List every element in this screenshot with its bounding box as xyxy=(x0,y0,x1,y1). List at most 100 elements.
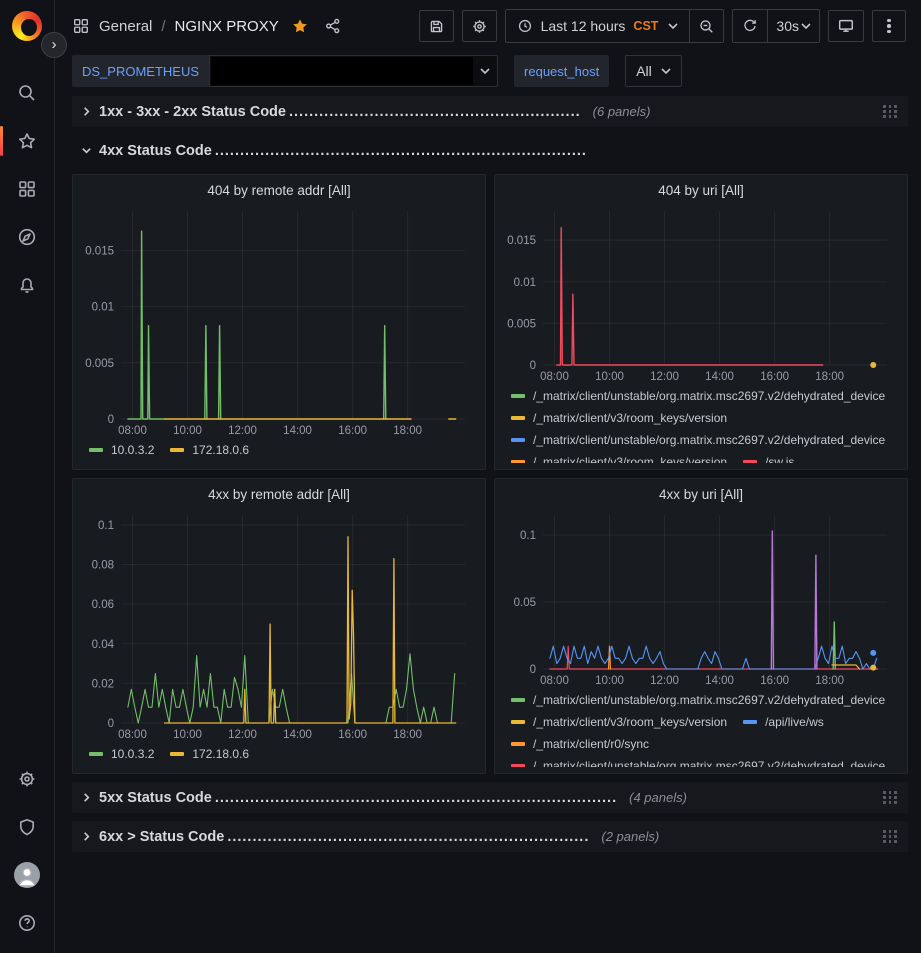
panel-404-by-uri: 404 by uri [All] 08:0010:0012:0014:0016:… xyxy=(494,174,908,470)
panels-grid: 404 by remote addr [All] 08:00 10:00 12:00… xyxy=(72,174,908,774)
row-4xx[interactable]: 4xx Status Code ........................… xyxy=(72,135,908,166)
sidebar-item-server-admin[interactable] xyxy=(0,803,54,851)
svg-text:0.005: 0.005 xyxy=(85,358,114,370)
svg-text:10:00: 10:00 xyxy=(595,371,624,383)
save-icon xyxy=(428,18,445,35)
legend-item[interactable]: /_matrix/client/v3/room_keys/version xyxy=(511,407,727,429)
header-actions: Last 12 hours CST xyxy=(419,9,906,43)
variable-value-dropdown[interactable] xyxy=(209,55,498,87)
clock-icon xyxy=(517,18,533,34)
breadcrumb-folder[interactable]: General xyxy=(99,18,152,35)
row-5xx[interactable]: 5xx Status Code ........................… xyxy=(72,782,908,813)
svg-text:12:00: 12:00 xyxy=(650,675,679,687)
sidebar-item-explore[interactable] xyxy=(0,213,54,261)
time-series-chart[interactable]: 08:0010:0012:0014:0016:0018:0000.020.040… xyxy=(81,507,477,743)
series-color-chip xyxy=(743,720,757,724)
legend-item[interactable]: /sw.js xyxy=(743,451,794,463)
sidebar-item-profile[interactable] xyxy=(0,851,54,899)
chart-legend: 10.0.3.2 172.18.0.6 xyxy=(81,439,477,463)
svg-text:0.005: 0.005 xyxy=(507,318,536,330)
legend-item[interactable]: /_matrix/client/v3/room_keys/version xyxy=(511,711,727,733)
legend-item[interactable]: 172.18.0.6 xyxy=(170,439,249,461)
series-color-chip xyxy=(511,720,525,724)
svg-text:08:00: 08:00 xyxy=(118,729,147,741)
svg-text:16:00: 16:00 xyxy=(338,729,367,741)
breadcrumb-separator: / xyxy=(161,18,165,35)
row-drag-handle[interactable] xyxy=(881,103,899,120)
series-label: /sw.js xyxy=(765,455,794,463)
refresh-button[interactable] xyxy=(733,10,767,42)
favorite-star-button[interactable] xyxy=(288,14,312,38)
svg-text:16:00: 16:00 xyxy=(760,675,789,687)
svg-text:0.015: 0.015 xyxy=(85,245,114,257)
legend-item[interactable]: 172.18.0.6 xyxy=(170,743,249,765)
sidebar-item-dashboards[interactable] xyxy=(0,165,54,213)
row-dots: ........................................… xyxy=(215,143,587,159)
legend-item[interactable]: 10.0.3.2 xyxy=(89,743,154,765)
save-dashboard-button[interactable] xyxy=(419,10,454,42)
sidebar-item-configuration[interactable] xyxy=(0,755,54,803)
row-1xx-3xx-2xx[interactable]: 1xx - 3xx - 2xx Status Code ............… xyxy=(72,96,908,127)
sidebar-item-alerting[interactable] xyxy=(0,261,54,309)
legend-item[interactable]: /_matrix/client/r0/sync xyxy=(511,733,649,755)
panel-title[interactable]: 4xx by remote addr [All] xyxy=(81,483,477,507)
cycle-view-mode-button[interactable] xyxy=(828,10,864,42)
svg-text:0.02: 0.02 xyxy=(92,678,114,690)
svg-text:14:00: 14:00 xyxy=(283,425,312,437)
legend-item[interactable]: /_matrix/client/unstable/org.matrix.msc2… xyxy=(511,385,885,407)
svg-text:16:00: 16:00 xyxy=(760,371,789,383)
variable-value-all-dropdown[interactable]: All xyxy=(625,55,682,87)
breadcrumb-dashboard-title[interactable]: NGINX PROXY xyxy=(175,18,279,35)
time-range-label: Last 12 hours xyxy=(541,18,626,34)
sidebar-item-starred[interactable] xyxy=(0,117,54,165)
time-series-chart[interactable]: 08:0010:0012:0014:0016:0018:0000.0050.01… xyxy=(81,203,477,439)
compass-icon xyxy=(17,227,37,247)
series-label: /_matrix/client/unstable/org.matrix.msc2… xyxy=(533,759,885,767)
refresh-interval-dropdown[interactable]: 30s xyxy=(767,10,819,42)
panel-title[interactable]: 404 by uri [All] xyxy=(503,179,899,203)
legend-item[interactable]: /_matrix/client/unstable/org.matrix.msc2… xyxy=(511,689,885,711)
legend-item[interactable]: /_matrix/client/unstable/org.matrix.msc2… xyxy=(511,755,885,767)
svg-text:0: 0 xyxy=(108,414,114,426)
series-color-chip xyxy=(511,460,525,463)
more-options-button[interactable] xyxy=(872,10,906,42)
time-series-chart[interactable]: 08:0010:0012:0014:0016:0018:0000.0050.01… xyxy=(503,203,899,385)
row-drag-handle[interactable] xyxy=(881,828,899,845)
panel-404-by-remote-addr: 404 by remote addr [All] 08:0010:0012:00… xyxy=(72,174,486,470)
panel-4xx-by-uri: 4xx by uri [All] 08:0010:0012:0014:0016:… xyxy=(494,478,908,774)
time-range-picker[interactable]: Last 12 hours CST xyxy=(506,10,690,42)
sidebar-item-help[interactable] xyxy=(0,899,54,947)
time-series-chart[interactable]: 08:0010:0012:0014:0016:0018:0000.050.1 xyxy=(503,507,899,689)
sidebar-expand-button[interactable]: › xyxy=(41,32,67,58)
zoom-out-time-button[interactable] xyxy=(689,10,723,42)
legend-item[interactable]: /_matrix/client/v3/room_keys/version xyxy=(511,451,727,463)
svg-text:14:00: 14:00 xyxy=(283,729,312,741)
variable-label[interactable]: DS_PROMETHEUS xyxy=(72,55,209,87)
panel-title[interactable]: 4xx by uri [All] xyxy=(503,483,899,507)
refresh-controls-group: 30s xyxy=(732,9,820,43)
panel-4xx-by-remote-addr: 4xx by remote addr [All] 08:0010:0012:00… xyxy=(72,478,486,774)
grafana-logo[interactable] xyxy=(12,11,42,41)
search-icon xyxy=(17,83,37,103)
share-button[interactable] xyxy=(321,14,345,38)
series-color-chip xyxy=(511,698,525,702)
dashboard-settings-button[interactable] xyxy=(462,10,497,42)
legend-item[interactable]: /_matrix/client/unstable/org.matrix.msc2… xyxy=(511,429,885,451)
panel-title[interactable]: 404 by remote addr [All] xyxy=(81,179,477,203)
legend-item[interactable]: /api/live/ws xyxy=(743,711,824,733)
series-label: /_matrix/client/v3/room_keys/version xyxy=(533,455,727,463)
series-color-chip xyxy=(170,448,184,452)
chart-legend: /_matrix/client/unstable/org.matrix.msc2… xyxy=(503,385,899,463)
svg-text:0: 0 xyxy=(530,360,536,372)
chart-canvas: 08:0010:0012:0014:0016:0018:0000.050.1 xyxy=(503,507,899,689)
chevron-down-icon xyxy=(801,23,811,29)
row-drag-handle[interactable] xyxy=(881,789,899,806)
svg-text:18:00: 18:00 xyxy=(815,675,844,687)
sidebar-item-search[interactable] xyxy=(0,69,54,117)
svg-text:0.1: 0.1 xyxy=(98,520,114,532)
variable-label[interactable]: request_host xyxy=(514,55,609,87)
row-title: 5xx Status Code xyxy=(99,790,212,806)
chevron-down-icon xyxy=(668,23,678,29)
legend-item[interactable]: 10.0.3.2 xyxy=(89,439,154,461)
row-6xx[interactable]: 6xx > Status Code ......................… xyxy=(72,821,908,852)
